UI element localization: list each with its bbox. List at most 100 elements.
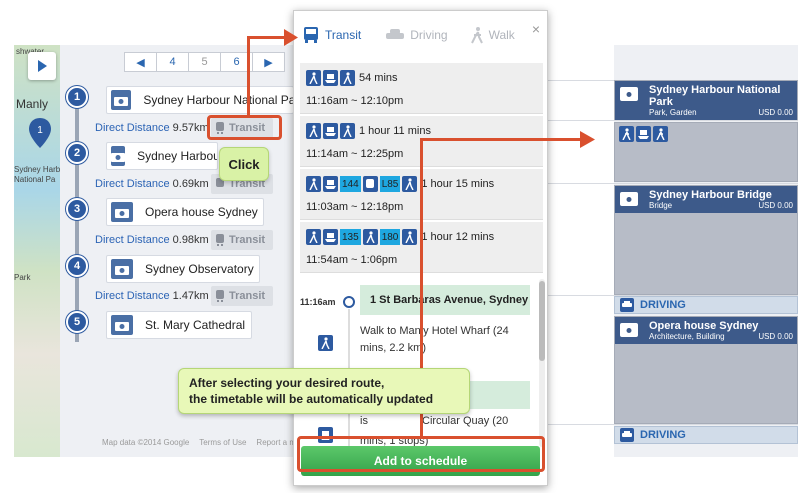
map-label: Manly — [16, 97, 49, 111]
map-toggle-button[interactable] — [28, 52, 56, 80]
direct-distance-1: Direct Distance 9.57km — [95, 122, 209, 134]
car-icon — [620, 428, 634, 442]
walk-icon — [318, 335, 333, 351]
place-card-4[interactable]: Sydney Observatory — [106, 255, 260, 283]
play-icon — [38, 60, 47, 72]
place-name: Sydney Harbour Bridge — [137, 149, 217, 163]
arrow-head-icon — [580, 131, 595, 148]
tab-transit[interactable]: Transit — [302, 26, 361, 44]
arrow-head-icon — [284, 29, 298, 46]
train-icon — [216, 290, 224, 302]
direct-distance-3: Direct Distance 0.98km — [95, 234, 209, 246]
place-card-2[interactable]: Sydney Harbour Bridge — [106, 142, 218, 170]
stop-number-5: 5 — [66, 311, 88, 333]
ferry-icon — [636, 126, 651, 142]
transit-button-4[interactable]: Transit — [211, 286, 273, 306]
direct-distance-4: Direct Distance 1.47km — [95, 290, 209, 302]
map-view[interactable]: shwater Manly Sydney Harbour National Pa… — [14, 45, 60, 457]
transit-route-block[interactable] — [614, 122, 798, 182]
bus-number: L85 — [379, 176, 401, 192]
stop-number-3: 3 — [66, 198, 88, 220]
next-page-button[interactable]: ▶ — [252, 52, 285, 72]
place-card-5[interactable]: St. Mary Cathedral — [106, 311, 252, 339]
camera-icon — [111, 202, 133, 222]
route-duration: 1 hour 12 mins — [421, 231, 495, 243]
place-card-3[interactable]: Opera house Sydney — [106, 198, 264, 226]
camera-icon — [620, 323, 638, 337]
highlight-transit — [207, 115, 282, 140]
walk-icon — [306, 229, 321, 245]
arrow-line — [247, 36, 250, 116]
ferry-icon — [323, 229, 338, 245]
departure-time: 11:16am — [300, 297, 336, 307]
schedule-item-1[interactable]: Sydney Harbour National Park Park, Garde… — [614, 80, 798, 120]
car-icon — [386, 29, 405, 39]
camera-icon — [111, 259, 133, 279]
timeline-node — [343, 296, 355, 308]
walk-icon — [340, 123, 355, 139]
highlight-add-button — [297, 436, 545, 472]
transit-button-3[interactable]: Transit — [211, 230, 273, 250]
tab-driving[interactable]: Driving — [385, 28, 448, 42]
schedule-item-3[interactable]: Opera house Sydney Architecture, Buildin… — [614, 316, 798, 424]
walk-icon — [306, 70, 321, 86]
camera-icon — [620, 87, 638, 101]
route-duration: 1 hour 15 mins — [421, 178, 495, 190]
place-name: Sydney Observatory — [145, 262, 254, 276]
divider — [548, 424, 798, 425]
map-label: Sydney Harbour — [14, 165, 60, 174]
walk-icon — [619, 126, 634, 142]
walk-icon — [402, 229, 418, 245]
arrow-line — [247, 36, 285, 39]
ferry-icon — [323, 70, 338, 86]
bus-number: 135 — [340, 229, 361, 245]
bus-icon — [304, 27, 318, 43]
arrow-line — [420, 138, 582, 141]
stop-number-1: 1 — [66, 86, 88, 108]
camera-icon — [111, 146, 126, 166]
route-duration: 1 hour 11 mins — [359, 125, 431, 137]
divider — [548, 183, 798, 184]
map-label: Park — [14, 273, 31, 282]
place-name: Sydney Harbour National Park — [143, 93, 293, 107]
route-times: 11:16am ~ 12:10pm — [306, 95, 404, 107]
click-callout: Click — [219, 147, 269, 181]
map-footer: Map data ©2014 Google Terms of Use Repor… — [102, 438, 325, 447]
route-duration: 54 mins — [359, 72, 398, 84]
camera-icon — [111, 90, 132, 110]
page-button-current[interactable]: 5 — [188, 52, 221, 72]
scrollbar[interactable] — [539, 279, 545, 447]
start-stop: 1 St Barbaras Avenue, Sydney — [360, 285, 530, 315]
place-name: Opera house Sydney — [145, 205, 258, 219]
map-label: National Pa — [14, 175, 56, 184]
info-callout: After selecting your desired route, the … — [178, 368, 470, 414]
train-icon — [216, 234, 224, 246]
page-button[interactable]: 4 — [156, 52, 189, 72]
walk-icon — [470, 27, 483, 44]
walk-icon — [306, 176, 321, 192]
ferry-icon — [323, 123, 338, 139]
place-card-1[interactable]: Sydney Harbour National Park — [106, 86, 294, 114]
driving-segment[interactable]: DRIVING — [614, 296, 798, 314]
tab-walk[interactable]: Walk — [470, 26, 515, 44]
close-icon[interactable]: × — [532, 21, 540, 37]
svg-text:1: 1 — [37, 125, 43, 136]
pagination: ◀ 4 5 6 ▶ — [124, 52, 285, 72]
scrollbar-thumb[interactable] — [539, 281, 545, 361]
camera-icon — [620, 192, 638, 206]
walk-icon — [340, 70, 355, 86]
stop-number-4: 4 — [66, 255, 88, 277]
route-option-1[interactable]: 54 mins 11:16am ~ 12:10pm — [300, 63, 543, 114]
driving-segment[interactable]: DRIVING — [614, 426, 798, 444]
walk-icon — [306, 123, 321, 139]
schedule-item-2[interactable]: Sydney Harbour Bridge Bridge USD 0.00 — [614, 185, 798, 295]
bus-number: 144 — [340, 176, 361, 192]
prev-page-button[interactable]: ◀ — [124, 52, 157, 72]
ferry-icon — [323, 176, 338, 192]
car-icon — [620, 298, 634, 312]
mode-tabs: Transit Driving Walk — [294, 11, 547, 59]
walk-icon — [653, 126, 668, 142]
walk-instruction: Walk to Manly Hotel Wharf (24 mins, 2.2 … — [360, 325, 509, 354]
place-name: St. Mary Cathedral — [145, 318, 246, 332]
divider — [548, 120, 798, 121]
